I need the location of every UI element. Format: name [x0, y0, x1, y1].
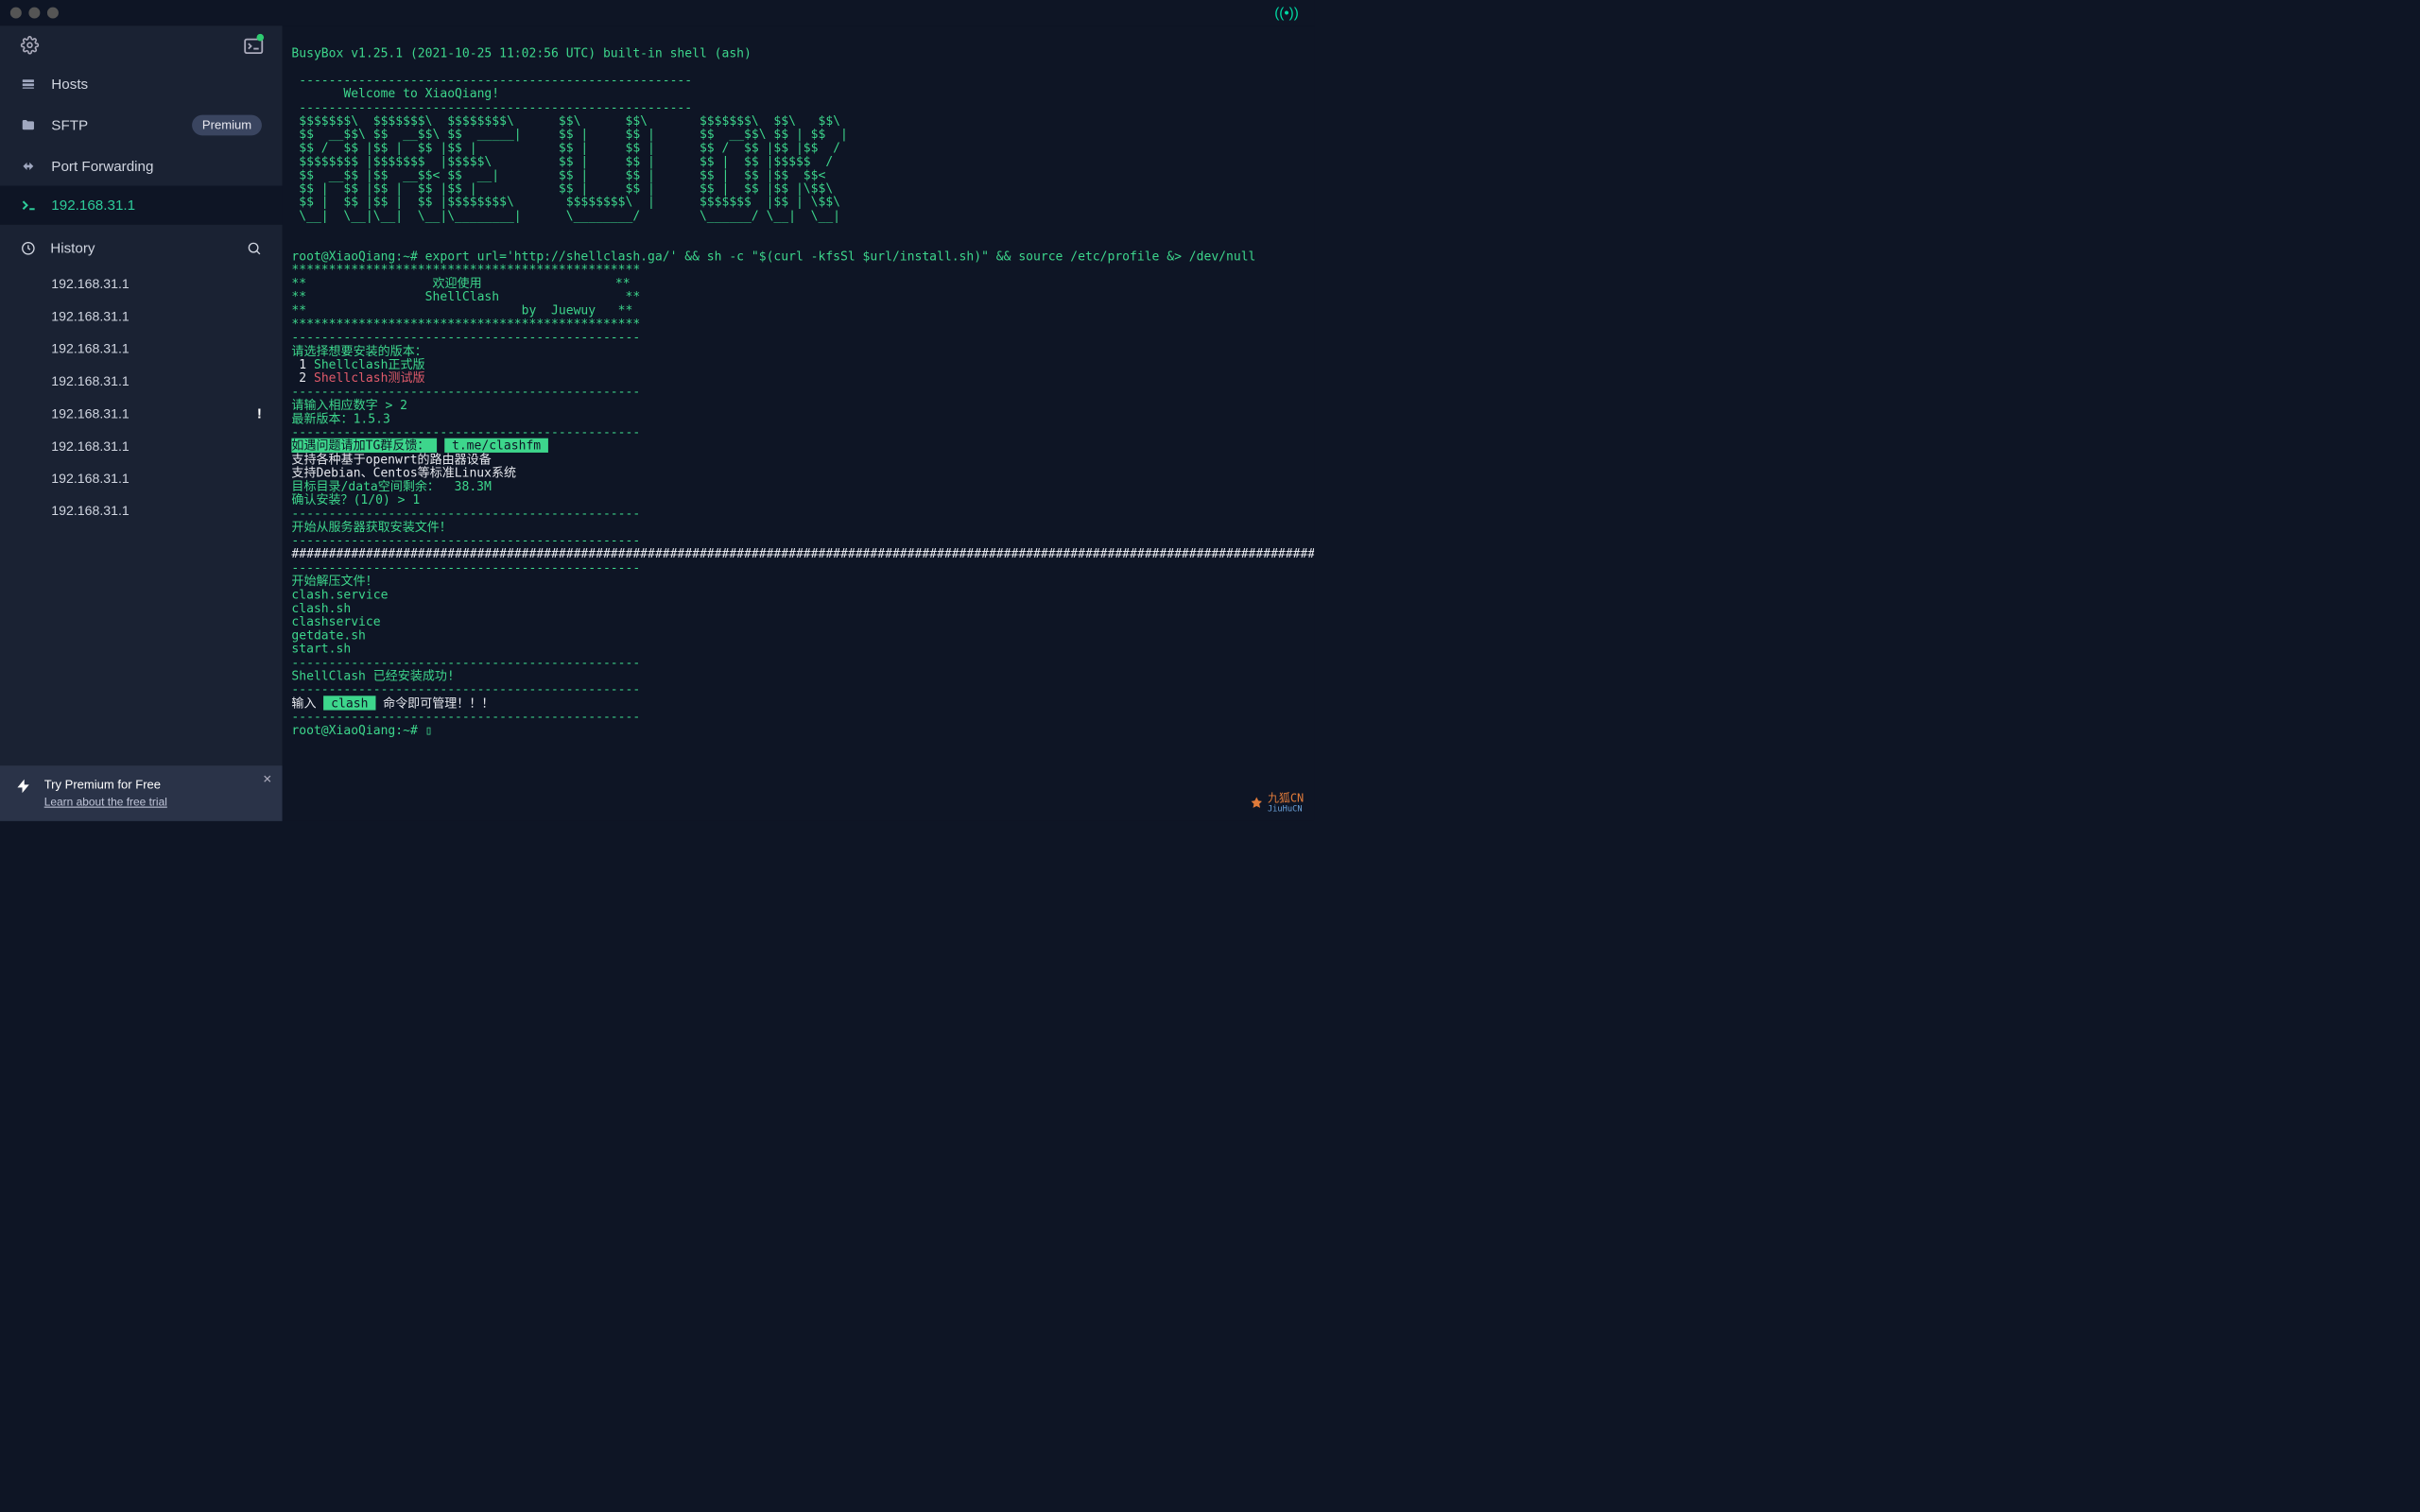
forward-icon — [21, 159, 37, 174]
terminal-prompt-icon — [21, 198, 37, 213]
new-terminal-icon[interactable] — [243, 36, 262, 55]
broadcast-icon: ((•)) — [1274, 5, 1299, 21]
settings-icon[interactable] — [21, 36, 40, 55]
search-icon[interactable] — [247, 241, 262, 256]
history-title: History — [50, 240, 95, 256]
sidebar: Hosts SFTP Premium Port Forwarding — [0, 26, 283, 821]
hosts-icon — [21, 77, 37, 92]
premium-link[interactable]: Learn about the free trial — [44, 796, 167, 809]
close-icon[interactable]: ✕ — [263, 773, 272, 786]
close-window[interactable] — [10, 8, 22, 19]
minimize-window[interactable] — [28, 8, 40, 19]
active-session-tab[interactable]: 192.168.31.1 — [0, 186, 283, 225]
clock-icon — [21, 241, 36, 256]
bolt-icon — [15, 778, 31, 809]
traffic-lights — [10, 8, 59, 19]
history-item[interactable]: 192.168.31.1 — [0, 267, 283, 300]
history-item[interactable]: 192.168.31.1 — [0, 494, 283, 526]
nav-port-forwarding[interactable]: Port Forwarding — [0, 146, 283, 185]
folder-icon — [21, 117, 37, 132]
nav-hosts[interactable]: Hosts — [0, 64, 283, 103]
nav-label: Port Forwarding — [51, 158, 262, 174]
alert-icon: ! — [257, 405, 262, 421]
history-item[interactable]: 192.168.31.1 — [0, 301, 283, 333]
history-item[interactable]: 192.168.31.1 — [0, 462, 283, 494]
history-item[interactable]: 192.168.31.1 — [0, 430, 283, 462]
titlebar: ((•)) — [0, 0, 1314, 26]
nav-label: Hosts — [51, 76, 262, 92]
history-item[interactable]: 192.168.31.1 — [0, 333, 283, 365]
terminal-output[interactable]: BusyBox v1.25.1 (2021-10-25 11:02:56 UTC… — [283, 26, 1314, 821]
nav-label: SFTP — [51, 117, 178, 133]
nav-sftp[interactable]: SFTP Premium — [0, 104, 283, 147]
history-header[interactable]: History — [0, 229, 283, 267]
maximize-window[interactable] — [47, 8, 59, 19]
premium-banner: Try Premium for Free Learn about the fre… — [0, 765, 283, 821]
cursor: ▯ — [425, 723, 433, 737]
premium-title: Try Premium for Free — [44, 778, 167, 792]
history-item[interactable]: 192.168.31.1 — [0, 365, 283, 397]
premium-badge: Premium — [192, 115, 262, 136]
history-item[interactable]: 192.168.31.1! — [0, 397, 283, 430]
history-list: 192.168.31.1 192.168.31.1 192.168.31.1 1… — [0, 267, 283, 526]
session-label: 192.168.31.1 — [51, 198, 262, 214]
watermark: 九狐CN JiuHuCN — [1249, 793, 1304, 813]
